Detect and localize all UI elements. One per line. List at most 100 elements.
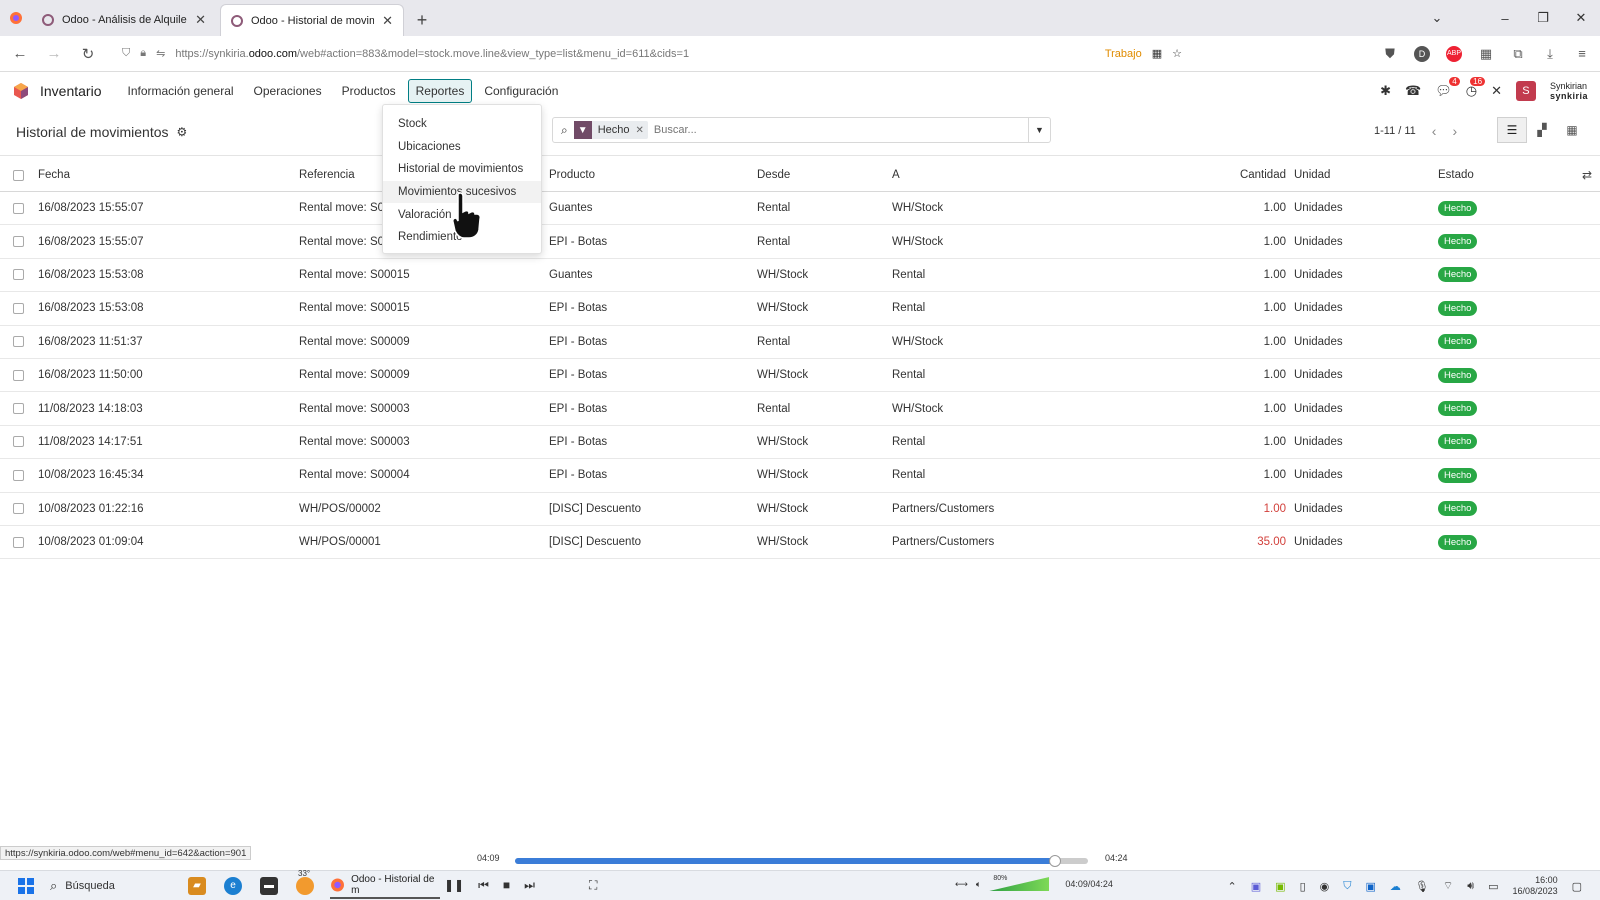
row-checkbox[interactable] — [13, 369, 24, 381]
row-checkbox[interactable] — [13, 336, 24, 348]
windows-start-icon[interactable] — [18, 877, 34, 894]
table-row[interactable]: 16/08/2023 15:55:07 Rental move: S0 Guante… — [0, 192, 1600, 226]
clock[interactable]: 16:00 16/08/2023 — [1513, 875, 1558, 897]
search-icon[interactable]: ⌕ — [561, 123, 568, 138]
menu-configuracion[interactable]: Configuración — [476, 79, 566, 103]
table-row[interactable]: 10/08/2023 01:22:16 WH/POS/00002 [DISC] De… — [0, 493, 1600, 526]
nvidia-icon[interactable]: ▣ — [1275, 880, 1285, 893]
adblock-icon[interactable]: ABP — [1446, 45, 1462, 62]
table-row[interactable]: 16/08/2023 11:51:37 Rental move: S00009 EP… — [0, 326, 1600, 359]
row-checkbox[interactable] — [13, 202, 24, 214]
headset-icon[interactable]: ◉ — [1320, 880, 1330, 893]
optional-columns-icon[interactable]: ⇄ — [1582, 159, 1592, 191]
table-row[interactable]: 16/08/2023 15:53:08 Rental move: S00015 EP… — [0, 292, 1600, 326]
phone-icon[interactable]: ☎ — [1405, 83, 1421, 99]
reportes-item-stock[interactable]: Stock — [383, 113, 541, 136]
tools-icon[interactable]: ✕ — [1491, 83, 1502, 99]
back-icon[interactable]: ← — [10, 45, 30, 62]
firefox-menu-icon[interactable] — [0, 0, 32, 36]
company-switcher[interactable]: Synkirian synkiria — [1550, 81, 1588, 101]
container-label[interactable]: Trabajo — [1105, 48, 1142, 60]
row-checkbox[interactable] — [13, 269, 24, 281]
column-fecha[interactable]: Fecha — [38, 159, 70, 191]
microphone-icon[interactable]: 🎙︎ — [1415, 880, 1429, 893]
row-checkbox[interactable] — [13, 503, 24, 515]
app-tray-icon[interactable]: ▣ — [1251, 880, 1261, 893]
minimize-icon[interactable]: – — [1486, 11, 1524, 26]
column-estado[interactable]: Estado — [1438, 159, 1474, 191]
column-a[interactable]: A — [892, 159, 900, 191]
puzzle-icon[interactable]: ⧉ — [1510, 46, 1526, 62]
restore-icon[interactable]: ❐ — [1524, 10, 1562, 26]
row-checkbox[interactable] — [13, 403, 24, 415]
volume-slider[interactable]: 80% — [989, 875, 1050, 891]
close-icon[interactable]: ✕ — [195, 12, 206, 28]
browser-tab-historial[interactable]: Odoo - Historial de movimient ✕ — [220, 4, 404, 36]
table-row[interactable]: 16/08/2023 11:50:00 Rental move: S00009 EP… — [0, 359, 1600, 393]
taskbar-firefox-app[interactable]: Odoo - Historial de m — [330, 873, 440, 899]
select-all-checkbox[interactable] — [13, 169, 24, 181]
avatar[interactable]: S — [1515, 81, 1536, 101]
usb-icon[interactable]: ▯ — [1300, 880, 1306, 893]
row-checkbox[interactable] — [13, 436, 24, 448]
list-view-icon[interactable]: ☰ — [1497, 117, 1527, 143]
forward-icon[interactable]: → — [44, 45, 64, 62]
notifications-icon[interactable]: ▢ — [1572, 880, 1582, 893]
app-name[interactable]: Inventario — [40, 83, 101, 99]
pause-icon[interactable]: ❚❚ — [444, 878, 464, 893]
chevron-down-icon[interactable]: ⌄ — [1418, 10, 1456, 26]
download-icon[interactable]: ⤓ — [1542, 46, 1558, 62]
table-row[interactable]: 16/08/2023 15:53:08 Rental move: S00015 Gu… — [0, 259, 1600, 293]
fullscreen-icon[interactable]: ⛶ — [589, 878, 597, 893]
video-seekbar[interactable] — [515, 855, 1088, 867]
pager-next-icon[interactable]: › — [1452, 123, 1457, 139]
chevron-up-icon[interactable]: ⌃ — [1228, 880, 1237, 893]
column-referencia[interactable]: Referencia — [299, 159, 355, 191]
skip-forward-icon[interactable]: ⏭ — [524, 878, 535, 893]
stop-icon[interactable]: ■ — [503, 878, 510, 893]
search-input[interactable] — [653, 124, 1022, 136]
chat-icon[interactable]: 💬︎ 4 — [1435, 77, 1460, 99]
table-row[interactable]: 11/08/2023 14:18:03 Rental move: S00003 EP… — [0, 392, 1600, 426]
wifi-icon[interactable]: ⌔ — [1443, 879, 1453, 893]
edge-icon[interactable]: e — [224, 876, 242, 895]
row-checkbox[interactable] — [13, 236, 24, 248]
menu-informacion-general[interactable]: Información general — [119, 79, 241, 103]
permissions-icon[interactable]: ⇋ — [156, 47, 165, 60]
speaker-icon[interactable]: 🔈︎ — [976, 879, 981, 890]
volume-icon[interactable]: 🔊︎ — [1467, 880, 1474, 893]
search-options-toggle[interactable]: ▼ — [1028, 118, 1050, 142]
kanban-view-icon[interactable]: ▞ — [1527, 117, 1557, 143]
new-tab-button[interactable]: + — [408, 4, 436, 36]
menu-productos[interactable]: Productos — [334, 79, 404, 103]
reportes-item-historial[interactable]: Historial de movimientos — [383, 158, 541, 181]
bug-icon[interactable]: ✱ — [1380, 83, 1391, 99]
pocket-icon[interactable]: ⛊ — [1382, 46, 1398, 62]
reload-icon[interactable]: ↻ — [78, 45, 98, 63]
shield-icon[interactable]: ⛉ — [122, 47, 130, 60]
activity-clock-icon[interactable]: ◷ 16 — [1466, 77, 1486, 99]
remove-facet-icon[interactable]: ✕ — [636, 125, 648, 136]
loop-icon[interactable]: ⟷ — [955, 879, 968, 890]
pager-value[interactable]: 1-11 / 11 — [1374, 125, 1416, 137]
gear-icon[interactable]: ⚙ — [177, 125, 188, 139]
briefcase-icon[interactable]: ▰ — [188, 876, 206, 895]
menu-reportes[interactable]: Reportes — [407, 79, 473, 103]
security-icon[interactable]: ⛉ — [1343, 880, 1351, 893]
battery-icon[interactable]: ▭ — [1488, 880, 1498, 893]
lock-icon[interactable]: 🔒︎ — [140, 47, 146, 60]
close-window-icon[interactable]: ✕ — [1562, 10, 1600, 26]
weather-icon[interactable]: 33° — [296, 869, 314, 895]
table-row[interactable]: 10/08/2023 16:45:34 Rental move: S00004 EP… — [0, 459, 1600, 493]
table-row[interactable]: 16/08/2023 15:55:07 Rental move: S0 EPI - … — [0, 225, 1600, 259]
url-bar[interactable]: ⛉ 🔒︎ ⇋ https://synkiria.odoo.com/web#act… — [112, 40, 1192, 68]
column-producto[interactable]: Producto — [549, 159, 595, 191]
row-checkbox[interactable] — [13, 536, 24, 548]
taskbar-search[interactable]: ⌕ Búsqueda — [50, 875, 170, 897]
file-explorer-icon[interactable]: ▬ — [260, 876, 278, 895]
reportes-item-ubicaciones[interactable]: Ubicaciones — [383, 136, 541, 159]
table-row[interactable]: 10/08/2023 01:09:04 WH/POS/00001 [DISC] De… — [0, 526, 1600, 560]
browser-tab-analisis[interactable]: Odoo - Análisis de Alquiler ✕ — [32, 4, 216, 36]
column-cantidad[interactable]: Cantidad — [1240, 159, 1286, 191]
bookmark-star-icon[interactable]: ☆ — [1172, 47, 1182, 60]
